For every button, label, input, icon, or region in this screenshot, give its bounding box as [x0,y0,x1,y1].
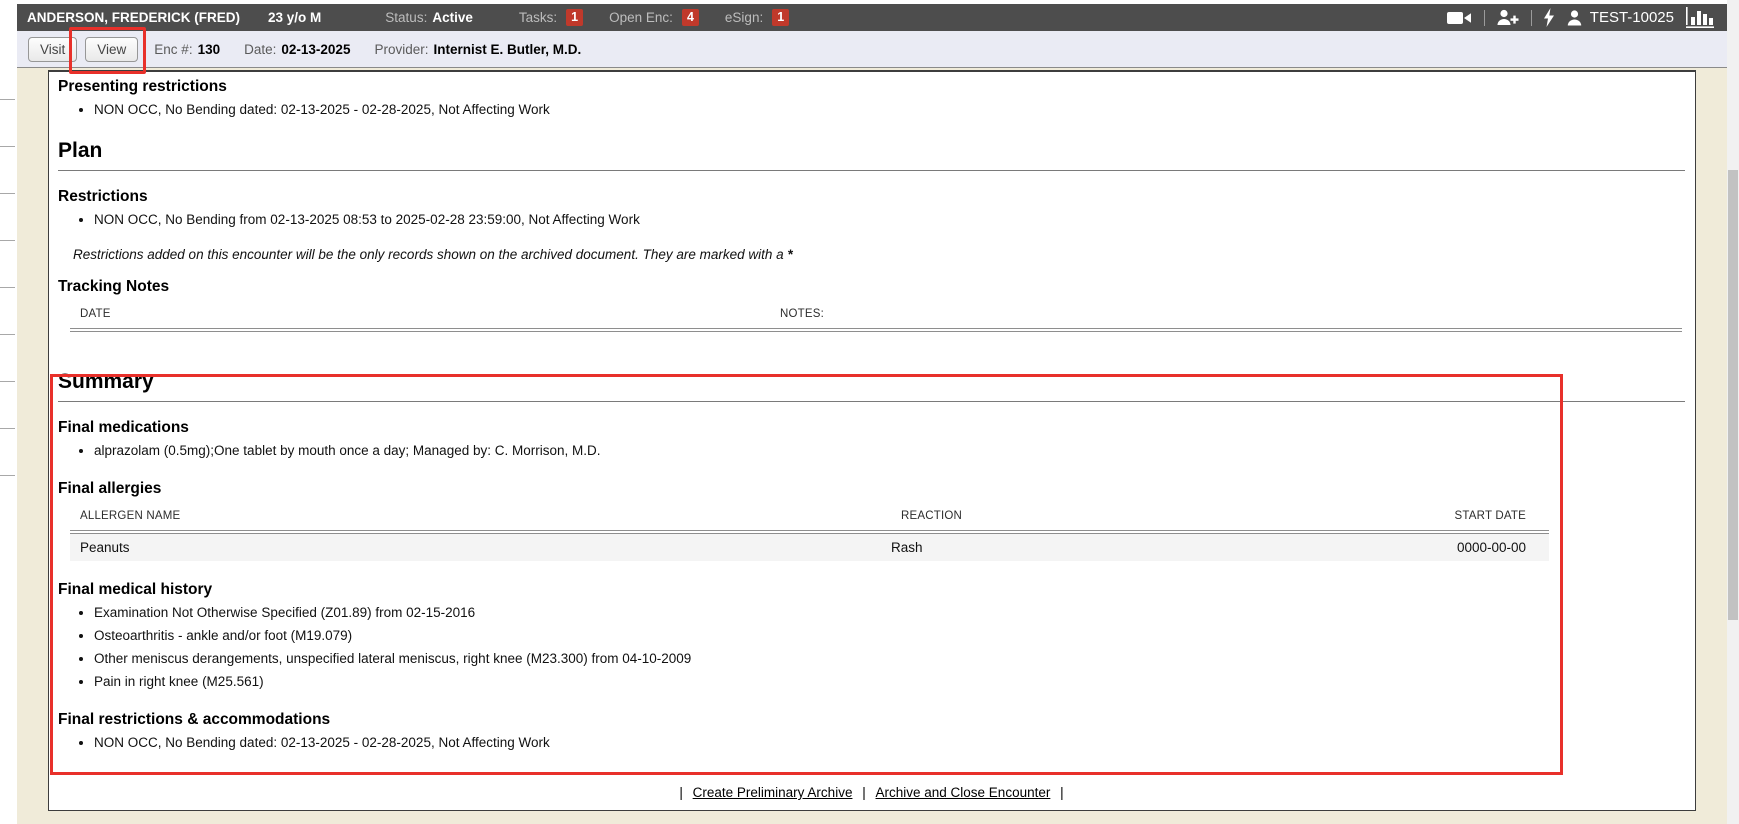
section-divider [58,401,1685,402]
enc-number-value: 130 [198,42,221,57]
patient-age-sex: 23 y/o M [268,10,321,25]
tracking-notes-header-row: DATE NOTES: [70,302,1682,328]
left-rail-divider [0,334,15,335]
archive-actions: | Create Preliminary Archive | Archive a… [58,779,1685,810]
tracking-notes-heading: Tracking Notes [58,278,1685,296]
status-label: Status: [385,10,427,25]
restrictions-list: NON OCC, No Bending from 02-13-2025 08:5… [58,208,1685,231]
tasks-label: Tasks: [519,10,557,25]
allergies-header-row: ALLERGEN NAME REACTION START DATE [70,504,1549,530]
list-item: Pain in right knee (M25.561) [94,670,1685,693]
enc-number-label: Enc #: [154,42,192,57]
toolbar-divider [1484,10,1485,26]
reaction-cell: Rash [891,540,1349,555]
column-header-date: DATE [80,308,111,320]
esign-label: eSign: [725,10,763,25]
final-medications-heading: Final medications [58,419,1685,437]
presenting-restrictions-list: NON OCC, No Bending dated: 02-13-2025 - … [58,98,1685,121]
restrictions-heading: Restrictions [58,188,1685,206]
separator: | [1060,785,1064,800]
encounter-document: Presenting restrictions NON OCC, No Bend… [48,70,1696,811]
open-enc-count-badge[interactable]: 4 [682,9,699,26]
list-item: Other meniscus derangements, unspecified… [94,647,1685,670]
list-item: NON OCC, No Bending from 02-13-2025 08:5… [94,208,1685,231]
final-allergies-table: ALLERGEN NAME REACTION START DATE Peanut… [70,504,1549,561]
column-header-allergen-name: ALLERGEN NAME [80,510,180,522]
ehr-screen: ANDERSON, FREDERICK (FRED) 23 y/o M Stat… [0,0,1739,824]
bar-chart-icon[interactable] [1686,7,1714,28]
visit-tab-button[interactable]: Visit [28,37,77,62]
list-item: alprazolam (0.5mg);One tablet by mouth o… [94,439,1685,462]
scrollbar-thumb[interactable] [1728,170,1738,620]
provider-label: Provider: [374,42,428,57]
start-date-cell: 0000-00-00 [1349,540,1549,555]
patient-header-bar: ANDERSON, FREDERICK (FRED) 23 y/o M Stat… [17,4,1728,31]
table-divider [70,328,1682,332]
left-rail-divider [0,193,15,194]
date-value: 02-13-2025 [281,42,350,57]
allergy-table-row: Peanuts Rash 0000-00-00 [70,534,1549,561]
plan-heading: Plan [58,139,1685,163]
list-item: Osteoarthritis - ankle and/or foot (M19.… [94,624,1685,647]
left-rail-divider [0,428,15,429]
encounter-bar: Visit View Enc #: 130 Date: 02-13-2025 P… [17,31,1728,68]
user-icon[interactable] [1567,10,1582,26]
vertical-scrollbar[interactable] [1727,0,1739,824]
left-rail-divider [0,475,15,476]
open-enc-label: Open Enc: [609,10,673,25]
list-item: NON OCC, No Bending dated: 02-13-2025 - … [94,731,1685,754]
left-rail-divider [0,146,15,147]
presenting-restrictions-heading: Presenting restrictions [58,78,1685,96]
left-rail-divider [0,287,15,288]
date-label: Date: [244,42,276,57]
view-tab-button[interactable]: View [85,37,138,62]
create-preliminary-archive-link[interactable]: Create Preliminary Archive [693,785,853,800]
column-header-reaction: REACTION [901,510,962,522]
final-restrictions-list: NON OCC, No Bending dated: 02-13-2025 - … [58,731,1685,754]
asterisk-marker: * [787,247,792,262]
provider-value: Internist E. Butler, M.D. [433,42,581,57]
left-rail-divider [0,240,15,241]
separator: | [862,785,866,800]
archive-and-close-encounter-link[interactable]: Archive and Close Encounter [876,785,1051,800]
final-medical-history-heading: Final medical history [58,581,1685,599]
final-allergies-heading: Final allergies [58,480,1685,498]
lightning-icon[interactable] [1543,8,1555,27]
add-user-icon[interactable] [1496,9,1520,26]
separator: | [679,785,683,800]
list-item: NON OCC, No Bending dated: 02-13-2025 - … [94,98,1685,121]
section-divider [58,170,1685,171]
final-medications-list: alprazolam (0.5mg);One tablet by mouth o… [58,439,1685,462]
tracking-notes-table: DATE NOTES: [70,302,1682,332]
left-rail-divider [0,381,15,382]
left-collapsed-rail [0,31,16,501]
tasks-count-badge[interactable]: 1 [566,9,583,26]
column-header-notes: NOTES: [780,308,824,320]
summary-heading: Summary [58,370,1685,394]
restrictions-note: Restrictions added on this encounter wil… [73,245,1685,264]
final-medical-history-list: Examination Not Otherwise Specified (Z01… [58,601,1685,693]
document-workspace: Presenting restrictions NON OCC, No Bend… [17,68,1728,824]
patient-name: ANDERSON, FREDERICK (FRED) [27,10,240,25]
status-value: Active [432,10,473,25]
user-id[interactable]: TEST-10025 [1590,9,1674,26]
final-restrictions-heading: Final restrictions & accommodations [58,711,1685,729]
allergen-name-cell: Peanuts [70,540,891,555]
esign-count-badge[interactable]: 1 [772,9,789,26]
video-camera-icon[interactable] [1447,10,1473,26]
left-rail-divider [0,99,15,100]
column-header-start-date: START DATE [1455,510,1526,522]
list-item: Examination Not Otherwise Specified (Z01… [94,601,1685,624]
toolbar-divider [1531,10,1532,26]
